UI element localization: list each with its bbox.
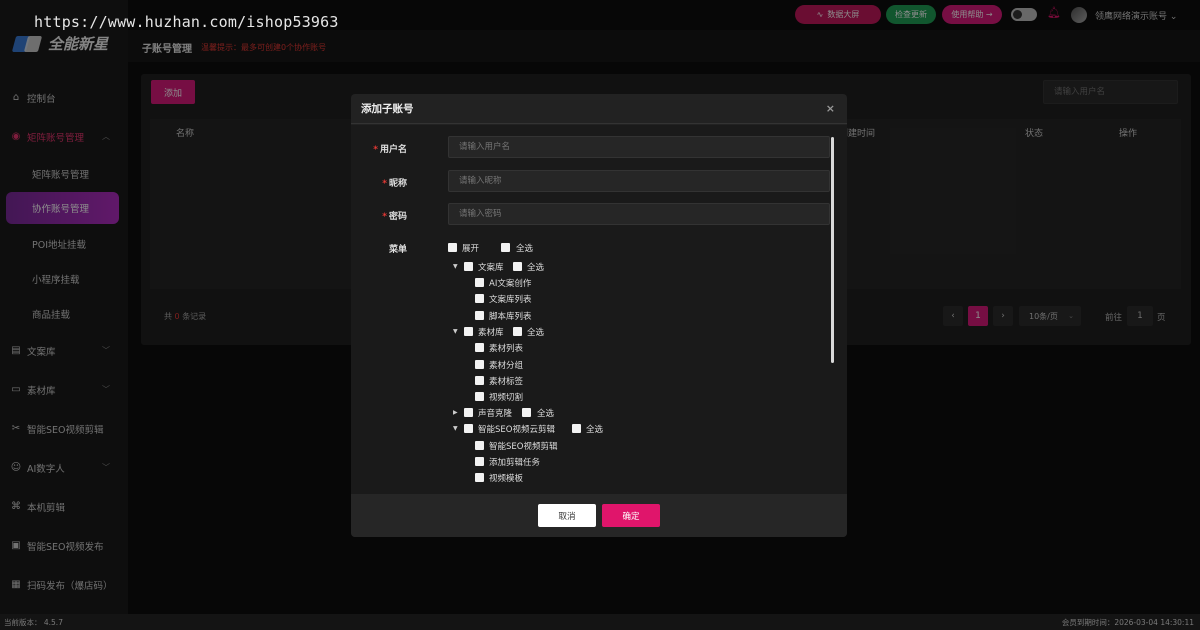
tree-group-checkbox[interactable] [464,408,473,417]
tree-group-checkbox[interactable] [464,327,473,336]
tree-item-checkbox[interactable] [475,360,484,369]
add-subaccount-dialog: 添加子账号 × *用户名 *昵称 *密码 菜单 展开 全选 ▼ 文案库 全选 A… [351,94,847,537]
password-label-text: 密码 [388,212,407,222]
tree-item-checkbox[interactable] [475,294,484,303]
group-select-all-checkbox[interactable] [513,327,522,336]
caret-right-icon[interactable]: ▶ [453,409,458,416]
dialog-title: 添加子账号 [361,103,414,115]
tree-group-label: 智能SEO视频云剪辑 [478,425,555,435]
dialog-body: *用户名 *昵称 *密码 菜单 展开 全选 ▼ 文案库 全选 AI文案创作 文案… [351,125,847,494]
password-label: * 密码 [382,212,407,222]
tree-item-checkbox[interactable] [475,473,484,482]
watermark-url: https://www.huzhan.com/ishop53963 [34,13,339,31]
group-select-all-label: 全选 [527,328,545,338]
close-icon[interactable]: × [826,102,835,115]
tree-item-checkbox[interactable] [475,311,484,320]
caret-down-icon[interactable]: ▼ [453,328,458,335]
tree-item-label: 脚本库列表 [489,312,532,322]
tree-group-checkbox[interactable] [464,424,473,433]
group-select-all-label: 全选 [527,263,545,273]
tree-item-checkbox[interactable] [475,392,484,401]
dialog-footer: 取消 确定 [351,494,847,537]
menu-label: 菜单 [388,245,407,255]
select-all-checkbox[interactable] [501,243,510,252]
tree-item-label: AI文案创作 [489,279,532,289]
group-select-all-checkbox[interactable] [513,262,522,271]
tree-item-label: 添加剪辑任务 [489,458,541,468]
group-select-all-checkbox[interactable] [572,424,581,433]
group-select-all-checkbox[interactable] [522,408,531,417]
select-all-label: 全选 [516,244,534,254]
tree-group-label: 文案库 [478,263,504,273]
confirm-button[interactable]: 确定 [602,504,660,527]
username-label-text: 用户名 [379,145,407,155]
expand-checkbox[interactable] [448,243,457,252]
membership-expiry: 会员到期时间：2026-03-04 14:30:11 [1061,618,1194,627]
tree-item-checkbox[interactable] [475,376,484,385]
tree-item-label: 素材列表 [489,344,524,354]
tree-item-label: 视频切割 [489,393,524,403]
tree-item-label: 素材标签 [489,377,524,387]
tree-group-checkbox[interactable] [464,262,473,271]
tree-group-label: 素材库 [478,328,504,338]
tree-item-label: 文案库列表 [489,295,532,305]
password-field[interactable] [448,203,830,225]
nickname-field[interactable] [448,170,830,192]
tree-item-label: 视频模板 [489,474,524,484]
version-text: 当前版本： 4.5.7 [4,618,63,627]
status-footer: 当前版本： 4.5.7 会员到期时间：2026-03-04 14:30:11 [0,614,1200,630]
dialog-header: 添加子账号 × [351,94,847,124]
caret-down-icon[interactable]: ▼ [453,263,458,270]
dialog-scrollbar[interactable] [831,137,834,363]
nickname-label-text: 昵称 [388,179,407,189]
tree-item-checkbox[interactable] [475,457,484,466]
group-select-all-label: 全选 [537,409,555,419]
tree-item-label: 素材分组 [489,361,524,371]
username-label: * 用户名 [373,145,407,155]
cancel-button[interactable]: 取消 [538,504,596,527]
tree-item-checkbox[interactable] [475,278,484,287]
caret-down-icon[interactable]: ▼ [453,425,458,432]
tree-item-checkbox[interactable] [475,441,484,450]
expand-label: 展开 [462,244,480,254]
tree-item-label: 智能SEO视频剪辑 [489,442,558,452]
group-select-all-label: 全选 [586,425,604,435]
nickname-label: * 昵称 [382,179,407,189]
tree-item-checkbox[interactable] [475,343,484,352]
username-field[interactable] [448,136,830,158]
tree-group-label: 声音克隆 [478,409,513,419]
